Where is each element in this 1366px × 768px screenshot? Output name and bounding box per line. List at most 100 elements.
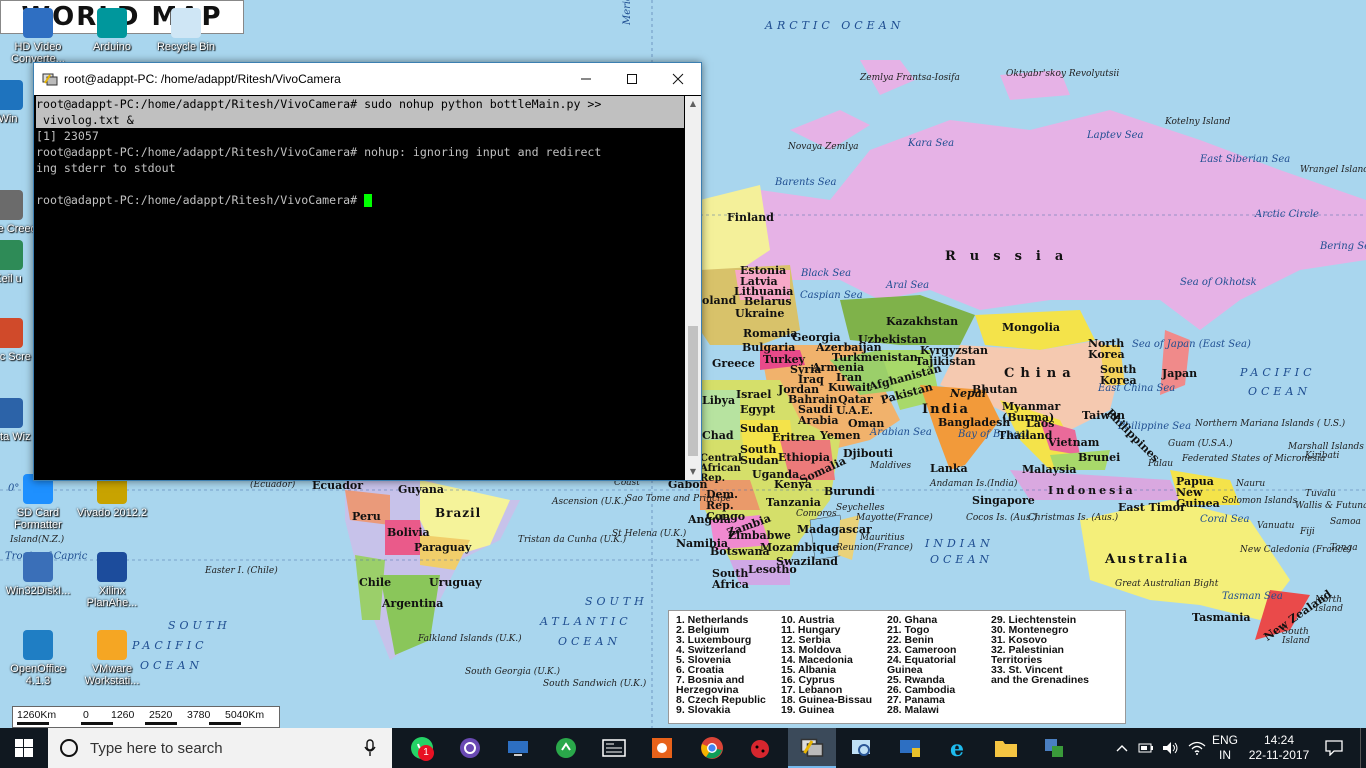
- taskbar-file-explorer[interactable]: [982, 728, 1030, 768]
- poland-label: oland: [702, 294, 737, 307]
- newspaper-icon: [602, 739, 626, 757]
- pacific-ocean-label: PACIFIC: [1240, 366, 1316, 379]
- close-button[interactable]: [655, 63, 701, 95]
- peru-label: Peru: [352, 510, 381, 523]
- minimize-button[interactable]: [563, 63, 609, 95]
- terminal-line: root@adappt-PC:/home/adappt/Ritesh/VivoC…: [36, 96, 684, 112]
- scale-tick-2: 2520: [149, 709, 173, 721]
- tray-volume[interactable]: [1158, 728, 1184, 768]
- taskbar-green-shield-app[interactable]: [1030, 728, 1078, 768]
- israel-label: Israel: [736, 388, 772, 401]
- map-scale-bar: 1260Km 0 1260 2520 3780 5040Km: [12, 706, 280, 728]
- indian-ocean-label-2: OCEAN: [930, 553, 994, 566]
- terminal-line: vivolog.txt &: [36, 112, 684, 128]
- language-code: ENG: [1211, 733, 1238, 747]
- desktop-icon[interactable]: Win32DiskI...: [0, 552, 76, 597]
- desktop-icon[interactable]: Xilinx PlanAhe...: [74, 552, 150, 609]
- chrome-icon: [701, 737, 723, 759]
- taskbar-red-app[interactable]: [736, 728, 784, 768]
- terminal-window[interactable]: root@adappt-PC: /home/adappt/Ritesh/Vivo…: [33, 62, 702, 481]
- tonga-label: Tonga: [1330, 543, 1358, 553]
- bittorrent-icon: [460, 738, 480, 758]
- legend-column-3: 20. Ghana 21. Togo 22. Benin 23. Cameroon 24…: [887, 615, 956, 716]
- terminal-scrollbar[interactable]: ▲ ▼: [685, 96, 701, 480]
- bulgaria-label: Bulgaria: [742, 341, 796, 354]
- scale-tick-0: 0: [83, 709, 89, 721]
- south-korea-label: South Korea: [1100, 363, 1137, 387]
- desktop-icon[interactable]: Recycle Bin: [148, 8, 224, 53]
- indian-ocean-label: INDIAN: [925, 537, 994, 550]
- south-sandwich-label: South Sandwich (U.K.): [543, 679, 647, 689]
- taskbar-search-box[interactable]: Type here to search: [48, 728, 392, 768]
- romania-label: Romania: [743, 327, 798, 340]
- desktop-icon[interactable]: SD Card Formatter: [0, 474, 76, 531]
- egypt-label: Egypt: [740, 403, 776, 416]
- japan-sea-label: Sea of Japan (East Sea): [1132, 339, 1251, 350]
- laos-label: Laos: [1026, 417, 1055, 430]
- clock[interactable]: 14:24 22-11-2017: [1244, 733, 1314, 763]
- desktop-icon-label: Recycle Bin: [156, 41, 216, 53]
- taskbar-green-app[interactable]: [542, 728, 590, 768]
- scale-tick-3: 3780: [187, 709, 211, 721]
- scroll-down-icon[interactable]: ▼: [685, 464, 701, 480]
- terminal-title: root@adappt-PC: /home/adappt/Ritesh/Vivo…: [64, 72, 341, 86]
- oman-label: Oman: [848, 417, 885, 430]
- scroll-up-icon[interactable]: ▲: [685, 96, 701, 112]
- legend-entry: 28. Malawi: [887, 704, 939, 716]
- vmware-icon: [97, 630, 127, 660]
- close-icon: [672, 73, 684, 85]
- microphone-icon[interactable]: [364, 739, 376, 757]
- terminal-line: root@adappt-PC:/home/adappt/Ritesh/VivoC…: [36, 144, 686, 160]
- scale-tick-1: 1260: [111, 709, 135, 721]
- taskbar-whatsapp[interactable]: 1: [398, 728, 446, 768]
- maximize-button[interactable]: [609, 63, 655, 95]
- desktop-icon[interactable]: OpenOffice 4.1.3: [0, 630, 76, 687]
- guam-label: Guam (U.S.A.): [1168, 439, 1233, 449]
- nauru-label: Nauru: [1236, 479, 1266, 489]
- terminal-prompt: root@adappt-PC:/home/adappt/Ritesh/VivoC…: [36, 145, 358, 159]
- south-pacific-label: SOUTH: [168, 619, 231, 632]
- scrollbar-thumb[interactable]: [688, 326, 698, 456]
- desktop-icon[interactable]: Arduino: [74, 8, 150, 53]
- terminal-output[interactable]: root@adappt-PC:/home/adappt/Ritesh/VivoC…: [34, 96, 686, 480]
- christmas-label: Christmas Is. (Aus.): [1028, 513, 1119, 523]
- taskbar-search-app[interactable]: [838, 728, 886, 768]
- taskbar-news-app[interactable]: [590, 728, 638, 768]
- tray-battery[interactable]: [1134, 728, 1158, 768]
- start-button[interactable]: [0, 728, 48, 768]
- language-indicator[interactable]: ENG IN: [1208, 733, 1242, 763]
- show-desktop-button[interactable]: [1360, 728, 1366, 768]
- chevron-up-icon: [1116, 745, 1128, 752]
- taskbar-remote-desktop[interactable]: [494, 728, 542, 768]
- keil-icon: [0, 240, 23, 270]
- taskbar-internet-explorer[interactable]: e: [934, 728, 982, 768]
- taskbar-bittorrent[interactable]: [446, 728, 494, 768]
- finland-label: Finland: [727, 211, 774, 224]
- arctic-circle-label: Arctic Circle: [1255, 209, 1319, 220]
- terminal-command: ing stderr to stdout: [36, 161, 176, 175]
- taskbar: Type here to search 1 e ENG IN 14:24 22-…: [0, 728, 1366, 768]
- terminal-title-bar[interactable]: root@adappt-PC: /home/adappt/Ritesh/Vivo…: [34, 63, 701, 95]
- sri-lanka-label: Lanka: [930, 462, 968, 475]
- belarus-label: Belarus: [744, 295, 792, 308]
- keyboard-region: IN: [1219, 748, 1231, 762]
- galapagos-label: (Ecuador): [250, 480, 296, 490]
- taskbar-chrome[interactable]: [688, 728, 736, 768]
- taskbar-putty-active[interactable]: [788, 728, 836, 768]
- tristan-label: Tristan da Cunha (U.K.): [518, 535, 627, 545]
- tray-overflow-button[interactable]: [1110, 728, 1134, 768]
- south-georgia-label: South Georgia (U.K.): [465, 667, 560, 677]
- clock-time: 14:24: [1263, 733, 1295, 747]
- icecream-icon: [0, 318, 23, 348]
- desktop-icon[interactable]: VMware Workstati...: [74, 630, 150, 687]
- game-icon: [0, 190, 23, 220]
- tray-wifi[interactable]: [1184, 728, 1210, 768]
- taskbar-monitor-app[interactable]: [886, 728, 934, 768]
- taskbar-orange-app[interactable]: [638, 728, 686, 768]
- ukraine-label: Ukraine: [735, 307, 785, 320]
- desktop-icon[interactable]: HD Video Converte...: [0, 8, 76, 65]
- japan-label: Japan: [1162, 367, 1198, 380]
- car-label: Central African Rep.: [700, 453, 742, 484]
- mongolia-label: Mongolia: [1002, 321, 1061, 334]
- action-center-button[interactable]: [1318, 728, 1350, 768]
